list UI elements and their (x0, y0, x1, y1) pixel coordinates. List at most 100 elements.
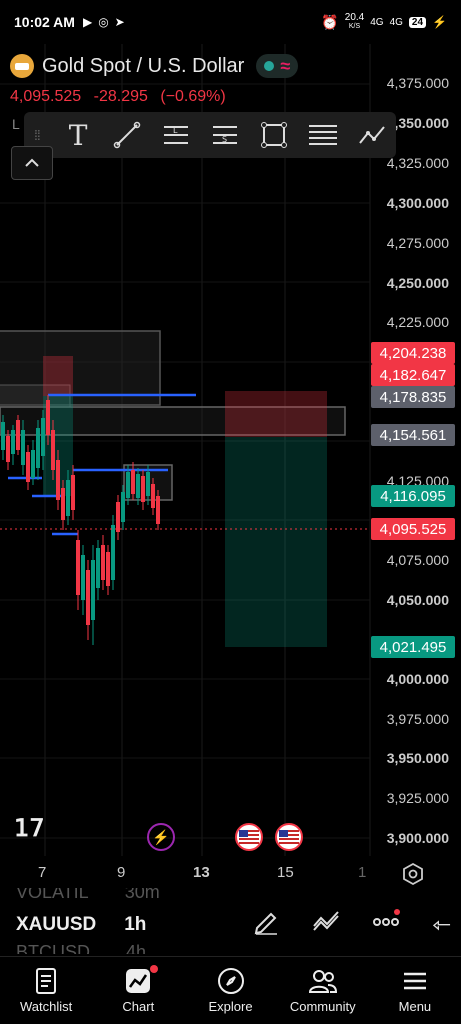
price-axis-label: 4,050.000 (386, 592, 449, 608)
price-axis-label: 3,950.000 (386, 750, 449, 766)
time-axis-label: 13 (193, 864, 210, 881)
chart-nav-icon (126, 969, 151, 993)
parallel-channel-icon[interactable] (308, 120, 337, 150)
symbol-header[interactable]: Gold Spot / U.S. Dollar ≈ (10, 54, 299, 78)
last-price-tag: 4,095.525 (371, 518, 455, 540)
community-icon (308, 970, 337, 993)
svg-text:L: L (173, 126, 178, 135)
time-axis-label: 9 (117, 864, 126, 881)
alarm-icon: ⏰ (321, 13, 339, 30)
last-price: 4,095.525 (10, 88, 82, 105)
price-change-pct: (−0.69%) (160, 88, 226, 105)
undo-icon[interactable] (431, 906, 453, 936)
menu-icon (403, 972, 426, 990)
price-axis-label: 4,300.000 (386, 195, 449, 211)
gold-logo-icon (10, 54, 34, 78)
price-axis-label: 3,900.000 (386, 830, 449, 846)
price-tag: 4,116.095 (371, 485, 455, 507)
telegram-icon: ➤ (114, 15, 125, 29)
price-axis-label: 4,325.000 (386, 155, 449, 171)
chart-settings-icon[interactable] (401, 862, 425, 886)
charging-icon: ⚡ (432, 15, 447, 29)
price-axis-label: 3,975.000 (386, 711, 449, 727)
price-axis-label: 4,075.000 (386, 552, 449, 568)
delay-wave-icon: ≈ (280, 56, 291, 76)
drawing-pen-icon[interactable] (251, 906, 281, 936)
status-right: ⏰ 20.4 K/S 4G 4G 24 ⚡ (321, 13, 447, 31)
symbol-interval-panel: VOLATIL 30m XAUUSD 1h BTCUSD 4h (0, 888, 461, 954)
price-axis-label: 3,925.000 (386, 790, 449, 806)
nav-menu[interactable]: Menu (369, 957, 461, 1024)
short-position-stop[interactable] (43, 356, 73, 396)
price-change: -28.295 (93, 88, 148, 105)
us-flag-event-icon[interactable] (275, 823, 303, 851)
svg-text:S: S (222, 135, 227, 144)
faded-row-bottom: BTCUSD 4h (16, 942, 147, 954)
active-symbol-row[interactable]: XAUUSD 1h (16, 914, 146, 936)
short-position-icon[interactable]: S (210, 120, 239, 150)
signal-2: 4G (389, 16, 403, 28)
nav-label: Community (289, 999, 356, 1014)
interval-value[interactable]: 1h (124, 914, 146, 936)
notification-icon: ▶ (82, 15, 93, 29)
chevron-up-icon (25, 158, 39, 167)
position-stop-zone[interactable] (225, 391, 327, 437)
compass-icon (217, 968, 244, 994)
drawing-toolbar: ⁞⁞ T L S (24, 112, 396, 158)
collapse-toolbar-button[interactable] (11, 146, 53, 180)
panel-actions (251, 906, 461, 936)
price-axis-label: 4,000.000 (386, 671, 449, 687)
price-axis-label: 4,250.000 (386, 275, 449, 291)
nav-chart[interactable]: Chart (92, 957, 184, 1024)
price-axis-label: 4,225.000 (386, 314, 449, 330)
symbol-ticker[interactable]: XAUUSD (16, 914, 96, 936)
bottom-navigation: Watchlist Chart Explore Community Menu (0, 956, 461, 1024)
status-time: 10:02 AM (14, 14, 75, 30)
price-tag: 4,021.495 (371, 636, 455, 658)
status-bar: 10:02 AM ▶ ◎ ➤ ⏰ 20.4 K/S 4G 4G 24 ⚡ (0, 0, 461, 44)
price-axis-label: 4,350.000 (386, 115, 449, 131)
nav-explore[interactable]: Explore (184, 957, 276, 1024)
price-tag: 4,182.647 (371, 364, 455, 386)
indicator-legend[interactable]: L (12, 116, 20, 132)
drag-handle-icon[interactable]: ⁞⁞ (34, 127, 44, 143)
price-tag: 4,204.238 (371, 342, 455, 364)
signal-1: 4G (370, 16, 384, 28)
market-open-icon (264, 61, 275, 71)
market-status-pill[interactable]: ≈ (256, 54, 299, 78)
battery-level: 24 (408, 16, 427, 28)
price-axis-label: 4,375.000 (386, 75, 449, 91)
time-axis-label: 1 (358, 864, 367, 881)
price-axis-label: 4,275.000 (386, 235, 449, 251)
path-tool-icon[interactable] (357, 120, 386, 150)
nav-watchlist[interactable]: Watchlist (0, 957, 92, 1024)
long-position-icon[interactable]: L (161, 120, 190, 150)
status-app-icons: ▶ ◎ ➤ (83, 15, 125, 29)
tradingview-logo[interactable]: 𝟣𝟩 (14, 814, 45, 842)
indicators-icon[interactable] (311, 906, 341, 936)
nav-community[interactable]: Community (277, 957, 369, 1024)
us-flag-event-icon[interactable] (235, 823, 263, 851)
time-axis-label: 15 (277, 864, 294, 881)
nav-label: Watchlist (19, 999, 73, 1014)
trend-line-icon[interactable] (113, 120, 142, 150)
watchlist-icon (36, 968, 57, 994)
price-tag: 4,154.561 (371, 424, 455, 446)
faded-row-top: VOLATIL 30m (16, 888, 160, 902)
symbol-title[interactable]: Gold Spot / U.S. Dollar (42, 55, 244, 78)
nav-label: Explore (208, 999, 253, 1014)
position-target-zone[interactable] (225, 437, 327, 647)
price-summary: 4,095.525 -28.295 (−0.69%) (10, 88, 234, 106)
time-axis[interactable]: 7 9 13 15 1 (0, 858, 461, 888)
nav-label: Chart (122, 999, 155, 1014)
price-tag: 4,178.835 (371, 386, 455, 408)
time-axis-label: 7 (38, 864, 47, 881)
network-speed: 20.4 K/S (344, 12, 365, 31)
whatsapp-icon: ◎ (98, 15, 109, 29)
lightning-event-icon[interactable]: ⚡ (147, 823, 175, 851)
text-tool-icon[interactable]: T (64, 119, 93, 152)
more-options-icon[interactable] (371, 906, 401, 936)
chart-notification-dot (150, 965, 159, 973)
nav-label: Menu (398, 999, 432, 1014)
rectangle-tool-icon[interactable] (259, 120, 288, 150)
